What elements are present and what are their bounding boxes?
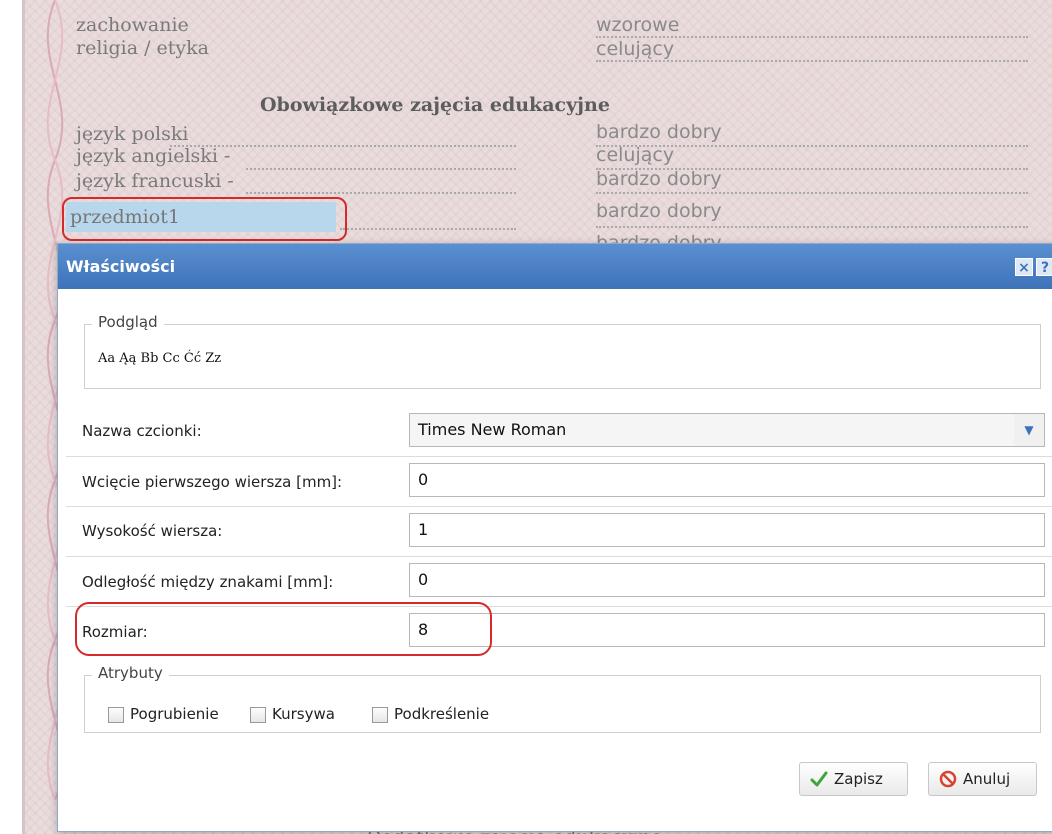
font-name-value: Times New Roman bbox=[418, 420, 567, 439]
letter-spacing-label: Odległość między znakami [mm]: bbox=[82, 573, 334, 591]
section-heading: Obowiązkowe zajęcia edukacyjne bbox=[260, 94, 610, 116]
subject-french: język francuski - bbox=[76, 170, 234, 192]
indent-label: Wcięcie pierwszego wiersza [mm]: bbox=[82, 473, 343, 491]
row-divider bbox=[66, 506, 1052, 507]
properties-dialog: Właściwości × ? Podgląd Aa Ąą Bb Cc Ćć Z… bbox=[57, 243, 1052, 832]
help-icon[interactable]: ? bbox=[1036, 258, 1052, 276]
subject-religion: religia / etyka bbox=[76, 37, 209, 59]
dialog-titlebar[interactable]: Właściwości × ? bbox=[58, 244, 1052, 289]
preview-sample: Aa Ąą Bb Cc Ćć Zz bbox=[98, 351, 222, 366]
grade-subject1: bardzo dobry bbox=[596, 200, 722, 222]
dotted-line bbox=[246, 192, 516, 194]
dotted-line bbox=[596, 226, 1028, 228]
bold-checkbox[interactable] bbox=[108, 707, 124, 723]
dialog-title: Właściwości bbox=[66, 257, 176, 276]
subject-polish: język polski bbox=[76, 123, 189, 145]
cancel-icon bbox=[939, 770, 957, 788]
grade-polish: bardzo dobry bbox=[596, 121, 722, 143]
line-height-input[interactable]: 1 bbox=[409, 513, 1045, 547]
grade-english: celujący bbox=[596, 144, 675, 166]
dotted-line bbox=[596, 192, 1028, 194]
dotted-line bbox=[340, 228, 516, 230]
attributes-group bbox=[84, 675, 1041, 733]
attributes-legend: Atrybuty bbox=[92, 664, 169, 682]
annotation-ring-subject bbox=[62, 197, 347, 241]
size-input[interactable]: 8 bbox=[409, 613, 1045, 647]
dialog-footer: Zapisz Anuluj bbox=[58, 741, 1052, 831]
checkmark-icon bbox=[810, 771, 828, 787]
italic-checkbox[interactable] bbox=[250, 707, 266, 723]
annotation-ring-size bbox=[75, 602, 492, 656]
row-divider bbox=[66, 556, 1052, 557]
underline-checkbox[interactable] bbox=[372, 707, 388, 723]
italic-label[interactable]: Kursywa bbox=[272, 705, 335, 723]
bold-label[interactable]: Pogrubienie bbox=[130, 705, 219, 723]
indent-input[interactable]: 0 bbox=[409, 463, 1045, 497]
subject-behaviour: zachowanie bbox=[76, 14, 189, 36]
dotted-line bbox=[246, 168, 516, 170]
row-divider bbox=[66, 456, 1052, 457]
letter-spacing-input[interactable]: 0 bbox=[409, 563, 1045, 597]
save-label: Zapisz bbox=[834, 770, 883, 788]
chevron-down-icon[interactable]: ▼ bbox=[1014, 414, 1044, 446]
line-height-label: Wysokość wiersza: bbox=[82, 522, 223, 540]
preview-legend: Podgląd bbox=[92, 313, 164, 331]
cancel-button[interactable]: Anuluj bbox=[928, 762, 1037, 796]
preview-group bbox=[84, 324, 1041, 389]
grade-religion: celujący bbox=[596, 38, 675, 60]
font-name-select[interactable]: Times New Roman ▼ bbox=[409, 413, 1045, 447]
font-name-label: Nazwa czcionki: bbox=[82, 422, 202, 440]
cancel-label: Anuluj bbox=[963, 770, 1011, 788]
grade-behaviour: wzorowe bbox=[596, 14, 680, 36]
close-icon[interactable]: × bbox=[1015, 258, 1033, 276]
underline-label[interactable]: Podkreślenie bbox=[394, 705, 489, 723]
dialog-body: Podgląd Aa Ąą Bb Cc Ćć Zz Nazwa czcionki… bbox=[66, 289, 1052, 741]
dotted-line bbox=[596, 60, 1028, 62]
grade-french: bardzo dobry bbox=[596, 168, 722, 190]
save-button[interactable]: Zapisz bbox=[799, 762, 908, 796]
subject-english: język angielski - bbox=[76, 145, 231, 167]
